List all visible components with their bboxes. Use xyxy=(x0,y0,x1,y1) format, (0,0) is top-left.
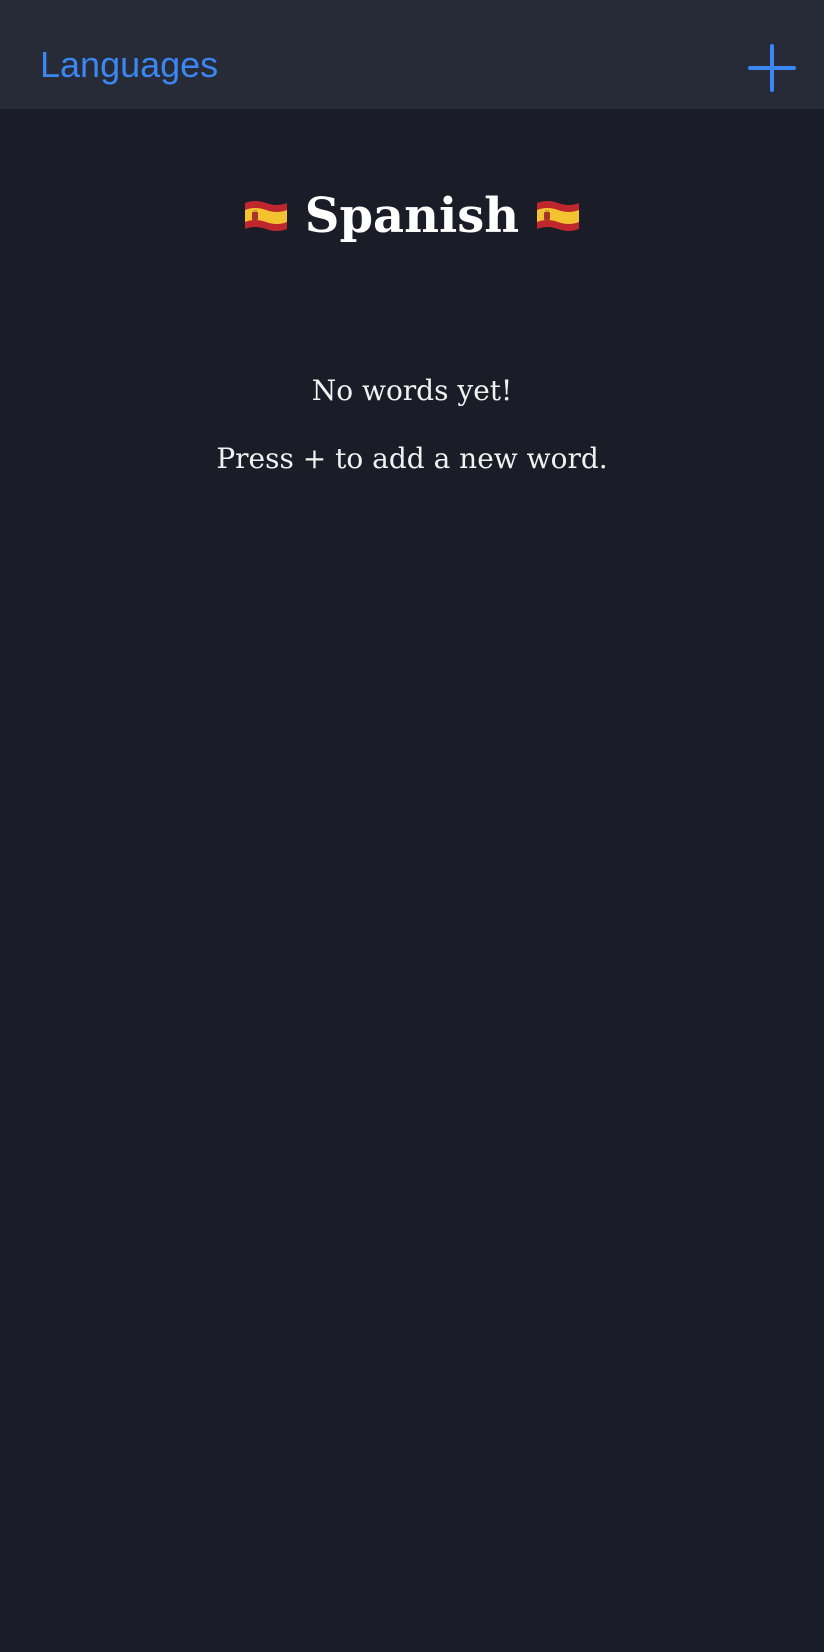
add-word-button[interactable] xyxy=(744,40,800,96)
empty-state-hint: Press + to add a new word. xyxy=(216,442,608,475)
spain-flag-icon xyxy=(243,199,289,233)
plus-icon xyxy=(748,44,796,92)
empty-state-message: No words yet! xyxy=(311,374,513,407)
navigation-bar: Languages xyxy=(0,0,824,109)
page-header: Spanish xyxy=(0,176,824,256)
page-title: Spanish xyxy=(304,188,520,244)
spain-flag-icon xyxy=(535,199,581,233)
languages-back-button[interactable]: Languages xyxy=(40,38,218,92)
